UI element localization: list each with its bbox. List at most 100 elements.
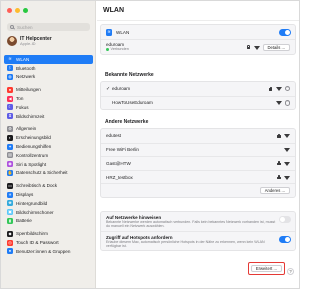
status-dot-icon — [106, 48, 109, 51]
wlan-card: ≋ WLAN eduroam Verbunden Details ... — [100, 24, 296, 55]
sidebar-item-label: Netzwerk — [16, 74, 36, 80]
siri-icon: ◉ — [7, 161, 13, 168]
sidebar-item-label: Datenschutz & Sicherheit — [16, 170, 68, 176]
sidebar-item-schreibtisch-dock[interactable]: ▭ Schreibtisch & Dock — [4, 181, 93, 190]
lock-icon — [269, 86, 273, 91]
sidebar-item-label: Fokus — [16, 104, 29, 110]
wlan-toggle[interactable] — [279, 28, 291, 36]
sidebar-group: ● Mitteilungen ◀ Ton ☾ Fokus ⧗ Bildschirmzeit — [4, 85, 93, 120]
more-options-icon[interactable]: ··· — [284, 100, 290, 106]
sidebar-item-displays[interactable]: ☀ Displays — [4, 190, 93, 199]
sidebar-item-kontrollzentrum[interactable]: ▤ Kontrollzentrum — [4, 151, 93, 160]
sidebar-item-bluetooth[interactable]: ᛒ Bluetooth — [4, 64, 93, 73]
known-networks-list: ✓ eduroam ··· HowToUseEduroam ··· — [100, 81, 296, 111]
sidebar-item-batterie[interactable]: ▮ Batterie — [4, 217, 93, 226]
other-network-button[interactable]: Anderes ... — [259, 187, 290, 195]
zoom-window-button[interactable] — [23, 8, 28, 13]
sidebar-group: ▭ Schreibtisch & Dock ☀ Displays ❀ Hintergrun… — [4, 181, 93, 225]
sidebar-item-datenschutz-sicherheit[interactable]: ✋ Datenschutz & Sicherheit — [4, 169, 93, 178]
wlan-options-card: Auf Netzwerke hinweisen Bekannte Netzwer… — [100, 211, 296, 251]
advanced-highlight: Erweitert ... — [247, 262, 285, 275]
other-network-button-row: Anderes ... — [101, 183, 295, 197]
sidebar-item-bildschirmschoner[interactable]: ▣ Bildschirmschoner — [4, 208, 93, 217]
ask-join-row: Auf Netzwerke hinweisen Bekannte Netzwer… — [101, 212, 295, 231]
other-network-row[interactable]: Gast@HTW — [101, 156, 295, 170]
sidebar-item-sperrbildschirm[interactable]: ◆ Sperrbildschirm — [4, 229, 93, 238]
ask-join-toggle[interactable] — [279, 216, 291, 223]
sidebar-item-label: Batterie — [16, 218, 32, 224]
advanced-button[interactable]: Erweitert ... — [250, 265, 282, 272]
sidebar-item-label: Touch ID & Passwort — [16, 240, 59, 246]
other-network-row[interactable]: HRZ_testbox — [101, 169, 295, 184]
battery-icon: ▮ — [7, 217, 13, 224]
profile-subtitle: Apple-ID — [20, 41, 36, 46]
lock-icon — [277, 133, 281, 138]
more-options-icon[interactable]: ··· — [284, 86, 290, 92]
search-input[interactable] — [17, 24, 87, 30]
wifi-signal-icon — [284, 175, 290, 180]
network-icons — [277, 161, 290, 166]
hand-icon: ✋ — [7, 169, 13, 176]
sidebar-item-bedienungshilfen[interactable]: ✦ Bedienungshilfen — [4, 142, 93, 151]
sidebar-item-bildschirmzeit[interactable]: ⧗ Bildschirmzeit — [4, 112, 93, 121]
network-name: Gast@HTW — [106, 160, 131, 166]
avatar — [7, 36, 17, 46]
wifi-signal-icon — [284, 147, 290, 153]
minimize-window-button[interactable] — [15, 8, 20, 13]
fingerprint-icon: ◎ — [7, 239, 13, 246]
sidebar-item-hintergrundbild[interactable]: ❀ Hintergrundbild — [4, 199, 93, 208]
lock-screen-icon: ◆ — [7, 230, 13, 237]
wifi-signal-icon — [275, 86, 282, 92]
sidebar-item-benutzer-innen-gruppen[interactable]: ● Benutzer:innen & Gruppen — [4, 247, 93, 256]
wifi-signal-icon — [284, 133, 290, 139]
wifi-signal-icon — [284, 161, 290, 166]
known-network-row[interactable]: HowToUseEduroam ··· — [101, 95, 295, 110]
sidebar-item-label: Bluetooth — [16, 65, 36, 71]
sidebar-item-label: Schreibtisch & Dock — [16, 183, 58, 189]
sidebar-item-label: Benutzer:innen & Gruppen — [16, 248, 71, 254]
connection-status: Verbunden — [106, 47, 129, 52]
network-name: HowToUseEduroam — [112, 100, 153, 106]
lock-icon — [246, 45, 251, 49]
users-icon: ● — [7, 248, 13, 255]
sidebar-item-label: Siri & Spotlight — [16, 161, 47, 167]
sidebar-item-allgemein[interactable]: ⚙ Allgemein — [4, 125, 93, 134]
apple-id-profile[interactable]: IT Helpcenter Apple-ID — [7, 36, 52, 46]
ask-join-text: Auf Netzwerke hinweisen Bekannte Netzwer… — [106, 215, 276, 228]
network-icons: ··· — [269, 86, 290, 92]
other-networks-heading: Andere Netzwerke — [105, 119, 149, 125]
lock-icon — [277, 161, 281, 166]
hotspot-description: Erlaube diesem Mac, automatisch persönli… — [106, 239, 265, 248]
sidebar-item-label: Hintergrundbild — [16, 200, 48, 206]
known-network-row[interactable]: ✓ eduroam ··· — [101, 82, 295, 96]
sidebar-item-netzwerk[interactable]: ◍ Netzwerk — [4, 73, 93, 82]
sidebar-item-siri-spotlight[interactable]: ◉ Siri & Spotlight — [4, 160, 93, 169]
gear-icon: ⚙ — [7, 125, 13, 132]
network-icons — [277, 133, 290, 139]
sidebar-search[interactable] — [7, 23, 90, 31]
network-icons — [277, 175, 290, 180]
window-controls — [7, 8, 28, 13]
control-center-icon: ▤ — [7, 152, 13, 159]
system-settings-window: IT Helpcenter Apple-ID ≋WLANᛒBluetooth◍N… — [0, 0, 300, 289]
other-network-row[interactable]: edutest — [101, 129, 295, 143]
sidebar-item-erscheinungsbild[interactable]: ◐ Erscheinungsbild — [4, 133, 93, 142]
sidebar-item-label: Allgemein — [16, 126, 37, 132]
network-icons: ··· — [275, 100, 290, 106]
other-network-row[interactable]: Free WiFi Berlin — [101, 142, 295, 157]
page-title: WLAN — [103, 7, 124, 14]
known-networks-heading: Bekannte Netzwerke — [105, 72, 154, 78]
sidebar-item-ton[interactable]: ◀ Ton — [4, 94, 93, 103]
wifi-signal-icon — [275, 100, 282, 106]
sidebar-group: ⚙ Allgemein ◐ Erscheinungsbild ✦ Bedienungshi… — [4, 125, 93, 178]
hotspot-toggle[interactable] — [279, 236, 291, 243]
search-icon — [10, 25, 14, 29]
connected-network-icons: Details ... — [246, 43, 290, 51]
sidebar-item-fokus[interactable]: ☾ Fokus — [4, 103, 93, 112]
sidebar-item-wlan[interactable]: ≋ WLAN — [4, 55, 93, 64]
close-window-button[interactable] — [7, 8, 12, 13]
help-button[interactable]: ? — [287, 268, 294, 275]
sidebar-item-touch-id-passwort[interactable]: ◎ Touch ID & Passwort — [4, 238, 93, 247]
details-button[interactable]: Details ... — [262, 43, 290, 51]
sidebar-item-mitteilungen[interactable]: ● Mitteilungen — [4, 85, 93, 94]
